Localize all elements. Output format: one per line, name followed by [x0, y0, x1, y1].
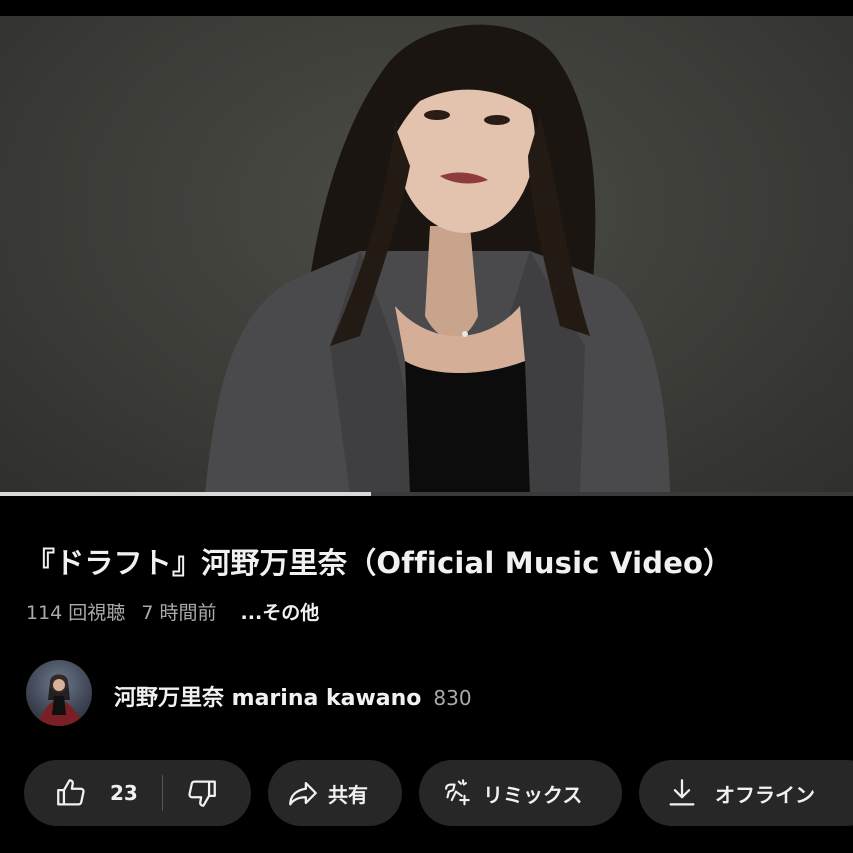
thumbs-down-icon	[185, 776, 219, 810]
remix-button[interactable]: リミックス	[419, 760, 622, 826]
share-arrow-icon	[286, 776, 320, 810]
like-dislike-group: 23	[24, 760, 251, 826]
upload-age: 7 時間前	[141, 602, 217, 624]
remix-icon	[439, 776, 473, 810]
thumbs-up-icon	[54, 776, 88, 810]
offline-label: オフライン	[715, 782, 815, 807]
video-meta[interactable]: 114 回視聴 7 時間前 ...その他	[26, 598, 329, 625]
channel-avatar[interactable]	[26, 660, 92, 726]
offline-download-button[interactable]: オフライン	[639, 760, 853, 826]
view-count: 114 回視聴	[26, 602, 126, 624]
channel-name[interactable]: 河野万里奈 marina kawano 830	[114, 680, 472, 712]
download-icon	[665, 776, 699, 810]
remix-label: リミックス	[483, 782, 583, 807]
video-frame	[205, 24, 670, 494]
video-progress-fill	[0, 492, 372, 496]
channel-row[interactable]: 河野万里奈 marina kawano 830	[26, 660, 826, 728]
video-player[interactable]	[0, 16, 853, 494]
channel-name-text: 河野万里奈 marina kawano	[114, 686, 422, 711]
more-link[interactable]: ...その他	[241, 602, 320, 624]
dislike-button[interactable]	[163, 776, 219, 810]
share-button[interactable]: 共有	[268, 760, 402, 826]
subscriber-count: 830	[433, 686, 472, 710]
video-progress-bar[interactable]	[0, 492, 853, 496]
like-button[interactable]: 23	[24, 776, 138, 810]
action-bar: 23 共有 リミックス オフライン	[24, 760, 853, 826]
share-label: 共有	[328, 782, 368, 807]
video-title[interactable]: 『ドラフト』河野万里奈（Official Music Video）	[26, 540, 836, 582]
like-count: 23	[110, 781, 138, 805]
